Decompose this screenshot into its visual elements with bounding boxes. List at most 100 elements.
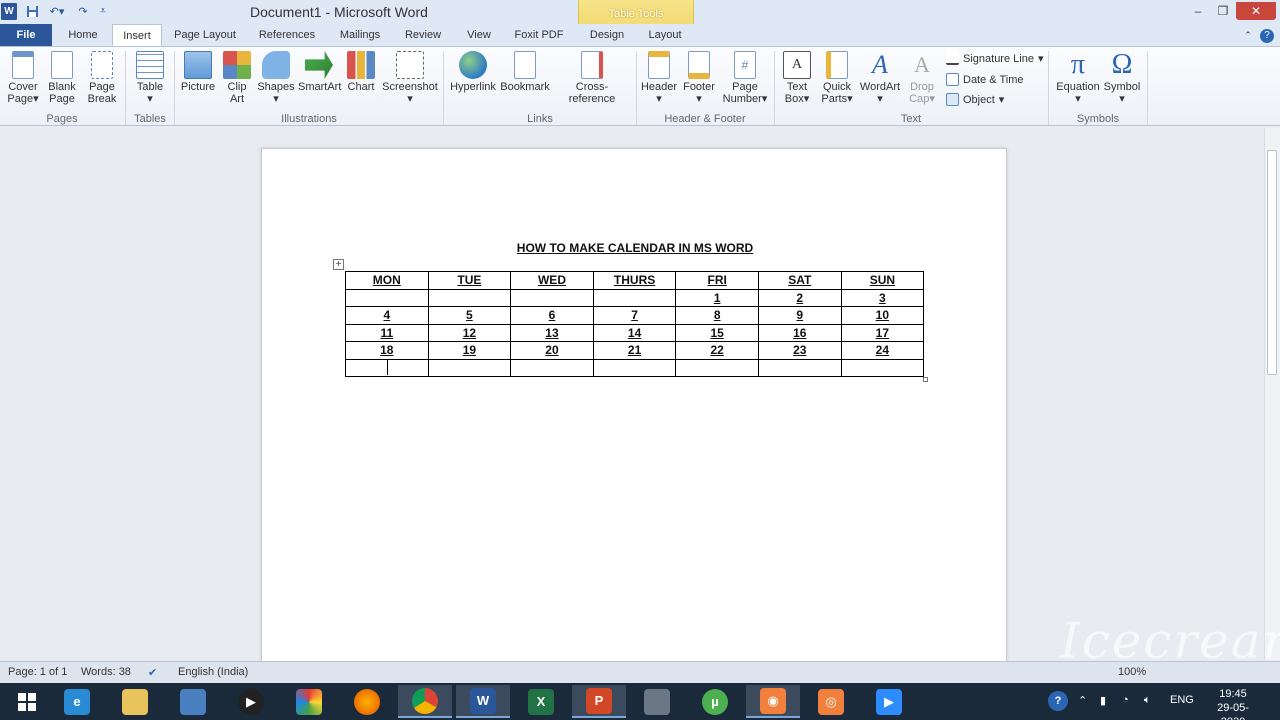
tab-insert[interactable]: Insert [112,24,162,47]
shapes-button[interactable]: Shapes ▾ [256,51,296,105]
taskbar-icecream-recorder[interactable]: ◉ [746,685,800,718]
word-app-icon[interactable]: W [1,3,17,20]
header-cell[interactable]: MON [345,271,429,290]
redo-icon[interactable]: ↷ [74,3,92,20]
table-cell[interactable]: 24 [840,341,925,360]
taskbar-paint[interactable] [282,685,336,718]
taskbar-camera[interactable]: ◎ [804,685,858,718]
table-cell[interactable] [592,288,677,307]
page-number-button[interactable]: # Page Number▾ [720,51,770,105]
tab-view[interactable]: View [460,24,498,46]
taskbar-usb-tool[interactable] [630,685,684,718]
table-cell[interactable] [757,358,842,377]
header-button[interactable]: Header ▾ [640,51,678,105]
table-cell[interactable]: 11 [345,323,429,342]
table-cell[interactable]: 18 [345,341,429,360]
volume-icon[interactable]: 🔈︎ [1144,694,1151,707]
date-time-button[interactable]: Date & Time [946,73,1024,86]
header-cell[interactable]: FRI [675,271,759,290]
tab-mailings[interactable]: Mailings [333,24,387,46]
table-cell[interactable]: 23 [757,341,842,360]
network-icon[interactable]: ◔ [1122,694,1129,706]
table-cell[interactable] [510,288,594,307]
table-cell[interactable]: 9 [757,306,842,325]
header-cell[interactable]: SUN [840,271,925,290]
table-cell[interactable] [345,288,429,307]
table-cell[interactable] [427,288,512,307]
table-cell[interactable]: 10 [840,306,925,325]
tab-page-layout[interactable]: Page Layout [170,24,240,46]
page-count[interactable]: Page: 1 of 1 [8,666,67,678]
equation-button[interactable]: π Equation ▾ [1054,51,1102,106]
table-cell[interactable]: 14 [592,323,677,342]
show-hidden-icons[interactable]: ⌃ [1078,694,1087,707]
symbol-button[interactable]: Ω Symbol ▾ [1102,51,1142,106]
taskbar-powerpoint[interactable]: P [572,685,626,718]
language-indicator[interactable]: English (India) [178,666,248,678]
quick-parts-button[interactable]: Quick Parts▾ [818,51,856,105]
keyboard-language[interactable]: ENG [1170,694,1194,706]
clip-art-button[interactable]: Clip Art [222,51,252,105]
tab-file[interactable]: File [0,24,52,46]
help-icon[interactable]: ? [1258,24,1276,46]
minimize-button[interactable]: – [1184,2,1212,20]
header-cell[interactable]: WED [510,271,594,290]
table-cell[interactable]: 5 [427,306,512,325]
page-break-button[interactable]: Page Break [84,51,120,105]
table-cell[interactable]: 15 [675,323,759,342]
text-box-button[interactable]: A Text Box▾ [778,51,816,105]
taskbar-excel[interactable]: X [514,685,568,718]
taskbar-zoom[interactable]: ▶ [862,685,916,718]
undo-icon[interactable]: ↶▾ [45,3,69,20]
drop-cap-button[interactable]: A Drop Cap▾ [904,51,940,105]
table-cell[interactable]: 13 [510,323,594,342]
picture-button[interactable]: Picture [178,51,218,93]
hyperlink-button[interactable]: Hyperlink [448,51,498,93]
table-cell[interactable]: 17 [840,323,925,342]
table-cell[interactable]: 21 [592,341,677,360]
document-page[interactable]: HOW TO MAKE CALENDAR IN MS WORD + MON TU… [261,148,1007,668]
blank-page-button[interactable]: Blank Page [44,51,80,105]
clock[interactable]: 19:45 29-05-2020 [1206,687,1260,720]
proofing-check-icon[interactable]: ✔ [148,666,157,679]
footer-button[interactable]: Footer ▾ [680,51,718,105]
battery-icon[interactable]: ▮ [1100,694,1106,707]
taskbar-word[interactable]: W [456,685,510,718]
table-resize-handle[interactable] [923,377,928,382]
close-button[interactable]: ✕ [1236,2,1276,20]
table-cell[interactable]: 12 [427,323,512,342]
table-move-handle-icon[interactable]: + [333,259,344,270]
start-button[interactable] [0,685,54,718]
table-cell[interactable] [427,358,512,377]
table-cell[interactable] [840,358,925,377]
tab-review[interactable]: Review [398,24,448,46]
taskbar-file-explorer[interactable] [108,685,162,718]
table-cell[interactable]: 3 [840,288,925,307]
table-cell[interactable] [592,358,677,377]
bookmark-button[interactable]: Bookmark [500,51,550,93]
header-cell[interactable]: TUE [427,271,512,290]
table-cell[interactable]: 1 [675,288,759,307]
table-cell[interactable]: 16 [757,323,842,342]
cross-reference-button[interactable]: Cross-reference [553,51,631,105]
tab-references[interactable]: References [253,24,321,46]
taskbar-firefox[interactable] [340,685,394,718]
tab-foxit-pdf[interactable]: Foxit PDF [510,24,568,46]
help-tray-icon[interactable]: ? [1048,691,1068,711]
save-icon[interactable] [22,3,42,20]
chart-button[interactable]: Chart [344,51,378,93]
scrollbar-thumb[interactable] [1267,150,1277,375]
calendar-table[interactable]: MON TUE WED THURS FRI SAT SUN 1 2 3 4 5 … [345,271,925,377]
minimize-ribbon-icon[interactable]: ⌃ [1240,24,1256,46]
taskbar-control-panel[interactable] [166,685,220,718]
wordart-button[interactable]: A WordArt ▾ [858,51,902,106]
header-cell[interactable]: THURS [592,271,677,290]
taskbar-ie[interactable]: e [50,685,104,718]
word-count[interactable]: Words: 38 [81,666,131,678]
table-button[interactable]: Table ▾ [131,51,169,105]
table-cell[interactable]: 4 [345,306,429,325]
taskbar-chrome[interactable] [398,685,452,718]
tab-design[interactable]: Design [584,24,630,46]
taskbar-media-player[interactable]: ▶ [224,685,278,718]
table-cell[interactable]: 8 [675,306,759,325]
